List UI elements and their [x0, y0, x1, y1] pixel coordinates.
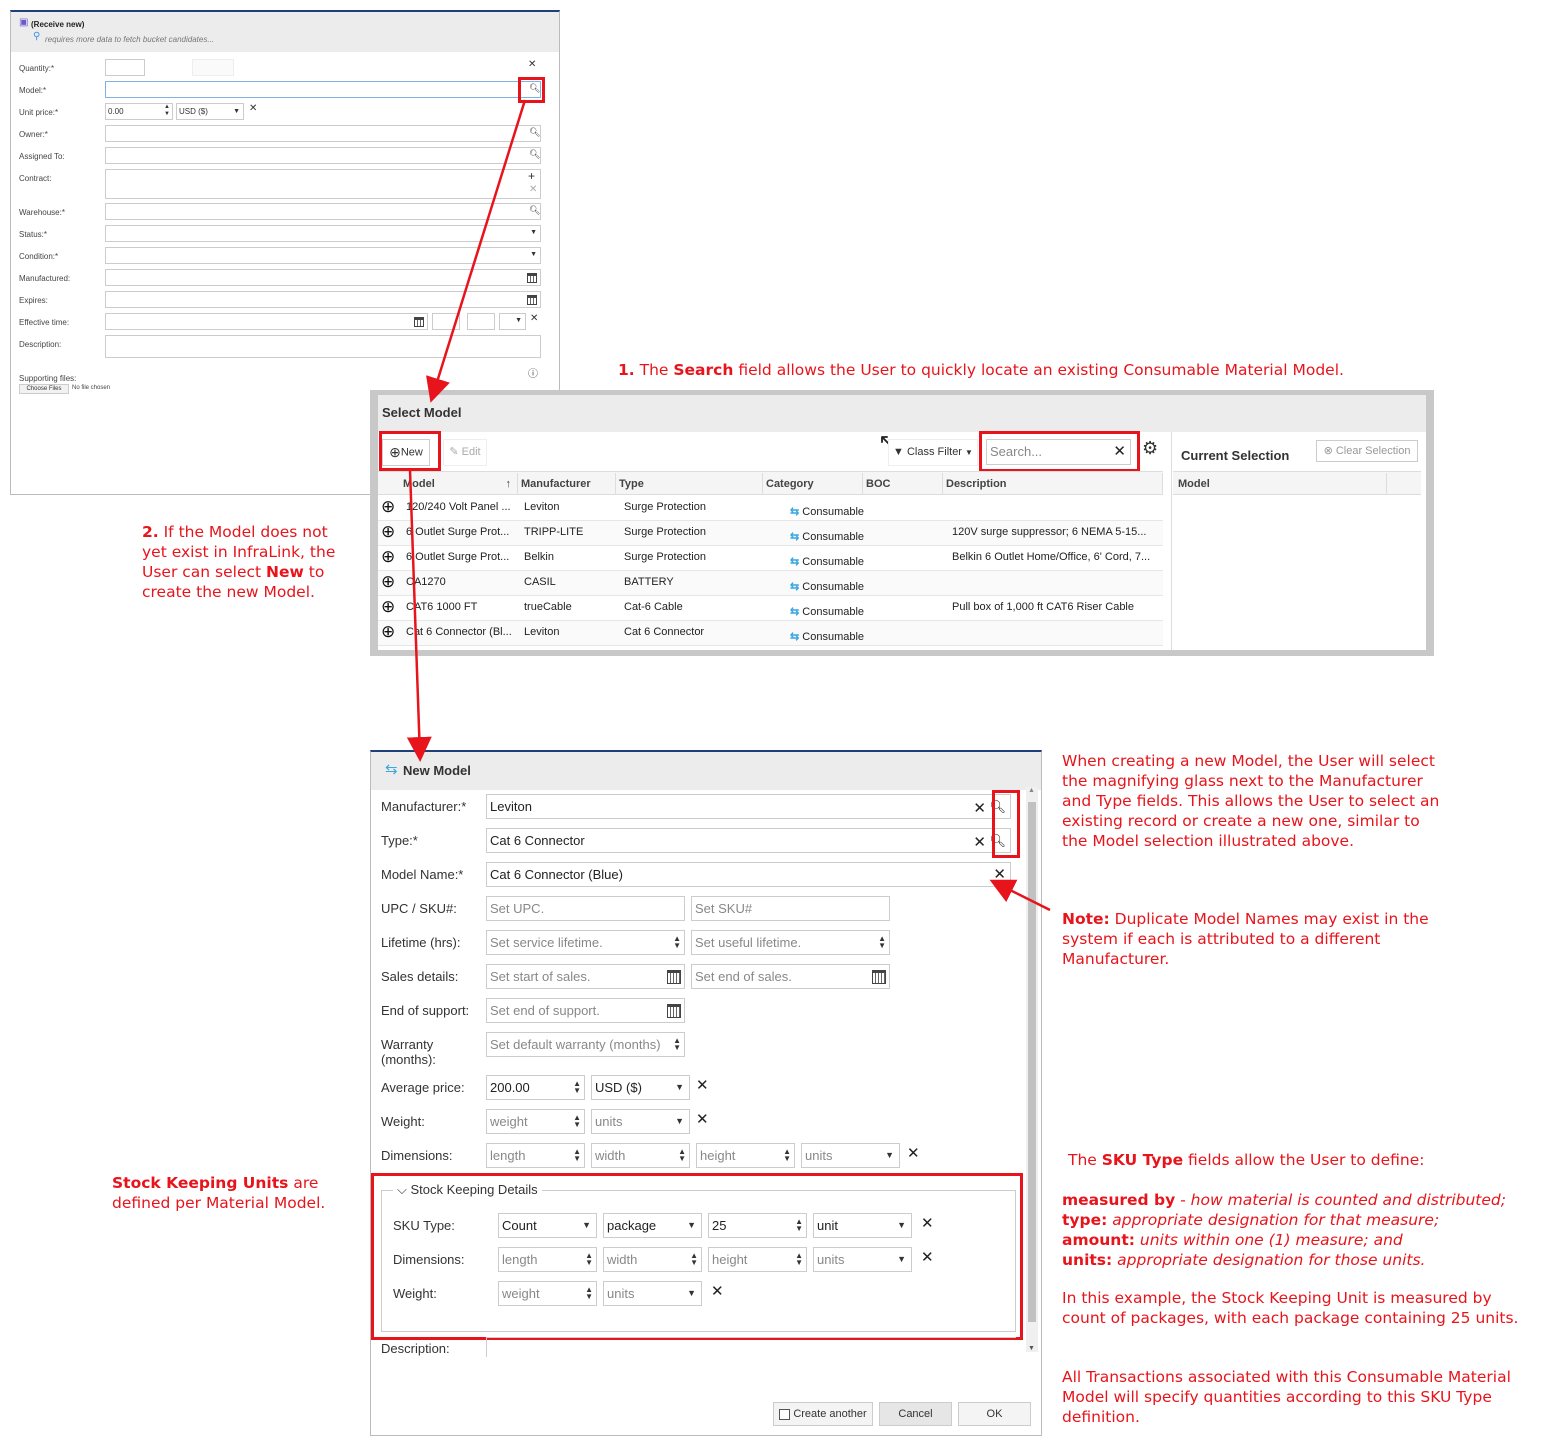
- arrow-new-to-newmodel: [406, 469, 432, 762]
- arrow-note-to-modelname: [989, 879, 1051, 912]
- annotation-search: 1. The Search field allows the User to q…: [618, 361, 1344, 379]
- annotation-sku-definitions: measured by - how material is counted an…: [1062, 1191, 1506, 1269]
- annotation-magnifier: When creating a new Model, the User will…: [1062, 752, 1440, 850]
- annotation-transactions: All Transactions associated with this Co…: [1062, 1368, 1511, 1426]
- annotation-example: In this example, the Stock Keeping Unit …: [1062, 1289, 1519, 1327]
- annotation-new: 2. If the Model does not yet exist in In…: [142, 523, 336, 601]
- annotation-note: Note: Duplicate Model Names may exist in…: [1062, 910, 1429, 968]
- annotation-sku-units: Stock Keeping Units are defined per Mate…: [112, 1174, 326, 1212]
- arrow-model-to-select: [426, 99, 527, 403]
- annotation-sku-type: The SKU Type fields allow the User to de…: [1068, 1151, 1425, 1169]
